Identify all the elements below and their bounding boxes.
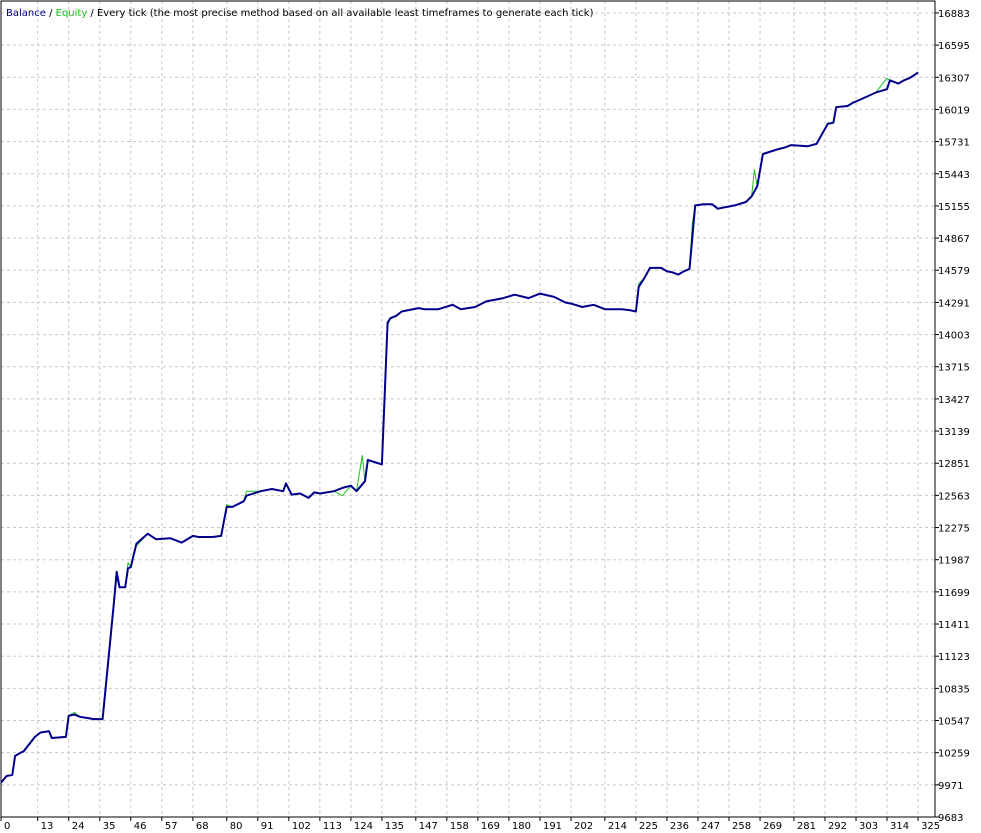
y-tick-label: 13427: [938, 395, 970, 406]
x-tick-label: 325: [921, 821, 940, 832]
y-tick-label: 11411: [938, 620, 970, 631]
x-tick-label: 102: [292, 821, 311, 832]
x-tick-label: 214: [608, 821, 627, 832]
x-tick-label: 46: [134, 821, 147, 832]
y-tick-label: 10547: [938, 717, 970, 728]
x-tick-label: 135: [385, 821, 404, 832]
x-tick-label: 191: [543, 821, 562, 832]
y-tick-label: 14867: [938, 234, 970, 245]
y-tick-label: 10259: [938, 749, 970, 760]
x-tick-label: 113: [323, 821, 342, 832]
x-tick-label: 68: [196, 821, 209, 832]
x-tick-label: 180: [512, 821, 531, 832]
y-tick-label: 15155: [938, 202, 970, 213]
y-tick-label: 10835: [938, 684, 970, 695]
legend-separator: /: [87, 8, 97, 19]
x-tick-label: 57: [165, 821, 178, 832]
y-tick-label: 13715: [938, 363, 970, 374]
x-tick-label: 314: [890, 821, 909, 832]
x-tick-label: 292: [828, 821, 847, 832]
y-tick-label: 11987: [938, 556, 970, 567]
x-tick-label: 258: [732, 821, 751, 832]
x-tick-label: 91: [261, 821, 274, 832]
y-tick-label: 16019: [938, 105, 970, 116]
y-tick-label: 12563: [938, 491, 970, 502]
x-tick-label: 202: [574, 821, 593, 832]
y-tick-label: 15443: [938, 170, 970, 181]
y-tick-label: 11699: [938, 588, 970, 599]
y-tick-label: 12851: [938, 459, 970, 470]
x-tick-label: 13: [41, 821, 54, 832]
x-tick-label: 225: [639, 821, 658, 832]
equity-chart: 9683 9971 10259 10547 10835 11123 11411 11699 11…: [0, 0, 981, 833]
legend-equity: Equity: [56, 8, 88, 19]
y-tick-label: 12275: [938, 524, 970, 535]
x-tick-label: 281: [797, 821, 816, 832]
x-tick-label: 35: [103, 821, 116, 832]
x-tick-label: 0: [4, 821, 10, 832]
x-tick-label: 236: [670, 821, 689, 832]
x-tick-label: 247: [701, 821, 720, 832]
x-tick-label: 169: [481, 821, 500, 832]
x-tick-label: 24: [72, 821, 85, 832]
y-tick-label: 16307: [938, 73, 970, 84]
y-tick-label: 9971: [938, 781, 963, 792]
chart-background: [0, 0, 981, 833]
x-tick-label: 80: [230, 821, 243, 832]
y-tick-label: 11123: [938, 652, 970, 663]
y-tick-label: 13139: [938, 427, 970, 438]
y-tick-label: 16595: [938, 41, 970, 52]
legend-description: Every tick (the most precise method base…: [97, 8, 594, 19]
y-tick-label: 14291: [938, 298, 970, 309]
x-tick-label: 303: [859, 821, 878, 832]
y-tick-label: 14579: [938, 266, 970, 277]
y-tick-label: 14003: [938, 331, 970, 342]
y-tick-label: 16883: [938, 9, 970, 20]
x-tick-label: 124: [354, 821, 373, 832]
chart-legend: Balance / Equity / Every tick (the most …: [6, 8, 594, 19]
x-tick-label: 269: [763, 821, 782, 832]
legend-balance: Balance: [6, 8, 46, 19]
legend-separator: /: [46, 8, 56, 19]
x-tick-label: 147: [419, 821, 438, 832]
y-tick-label: 15731: [938, 138, 970, 149]
x-tick-label: 158: [450, 821, 469, 832]
y-tick-label: 9683: [938, 813, 963, 824]
